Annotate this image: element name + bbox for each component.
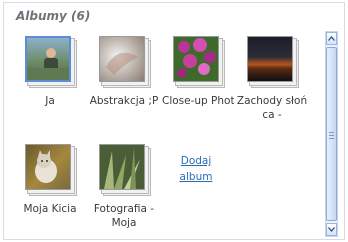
grass-image (104, 147, 140, 189)
add-album-link[interactable]: Dodaj album (176, 153, 216, 185)
album-thumbnail[interactable] (99, 144, 151, 196)
grass-photo-thumb[interactable] (99, 144, 145, 190)
chevron-up-icon (328, 36, 335, 41)
album-thumbnail[interactable] (25, 144, 77, 196)
album-thumbnail[interactable] (247, 36, 299, 88)
scrollbar-thumb[interactable] (326, 47, 337, 221)
chevron-down-icon (328, 227, 335, 232)
album-label: Fotografia - Moja (93, 203, 155, 229)
grip-icon (329, 132, 334, 139)
scroll-down-button[interactable] (326, 223, 337, 236)
flowers-photo-thumb[interactable] (173, 36, 219, 82)
abstract-shape (106, 52, 138, 75)
album-item-zachody[interactable]: Zachody słońca - (236, 36, 308, 122)
abstract-photo-thumb[interactable] (99, 36, 145, 82)
album-item-fotografia[interactable]: Fotografia - Moja (88, 144, 160, 230)
album-label: Zachody słońca - (236, 95, 308, 121)
albums-panel: Albumy (6) Ja Abstrakcja ;P Close-up Pho… (3, 2, 345, 240)
album-grid: Ja Abstrakcja ;P Close-up Phot Zachody s… (4, 31, 322, 236)
album-thumbnail[interactable] (25, 36, 77, 88)
flowers-image (177, 38, 216, 78)
cat-image (35, 150, 57, 183)
album-label: Moja Kicia (23, 203, 77, 215)
album-item-moja-kicia[interactable]: Moja Kicia (14, 144, 86, 216)
album-item-abstrakcja[interactable]: Abstrakcja ;P (88, 36, 160, 108)
scroll-up-button[interactable] (326, 32, 337, 45)
person-figure (27, 48, 69, 80)
cat-photo-thumb[interactable] (25, 144, 71, 190)
album-thumbnail[interactable] (99, 36, 151, 88)
panel-title: Albumy (6) (16, 9, 91, 23)
album-item-ja[interactable]: Ja (14, 36, 86, 108)
album-label: Close-up Photograph (162, 95, 234, 107)
person-photo-thumb[interactable] (25, 36, 71, 82)
album-label: Abstrakcja ;P (89, 95, 159, 107)
vertical-scrollbar[interactable] (325, 31, 338, 237)
album-item-close-up[interactable]: Close-up Photograph (162, 36, 234, 108)
album-label: Ja (45, 95, 55, 107)
sunset-photo-thumb[interactable] (247, 36, 293, 82)
album-thumbnail[interactable] (173, 36, 225, 88)
